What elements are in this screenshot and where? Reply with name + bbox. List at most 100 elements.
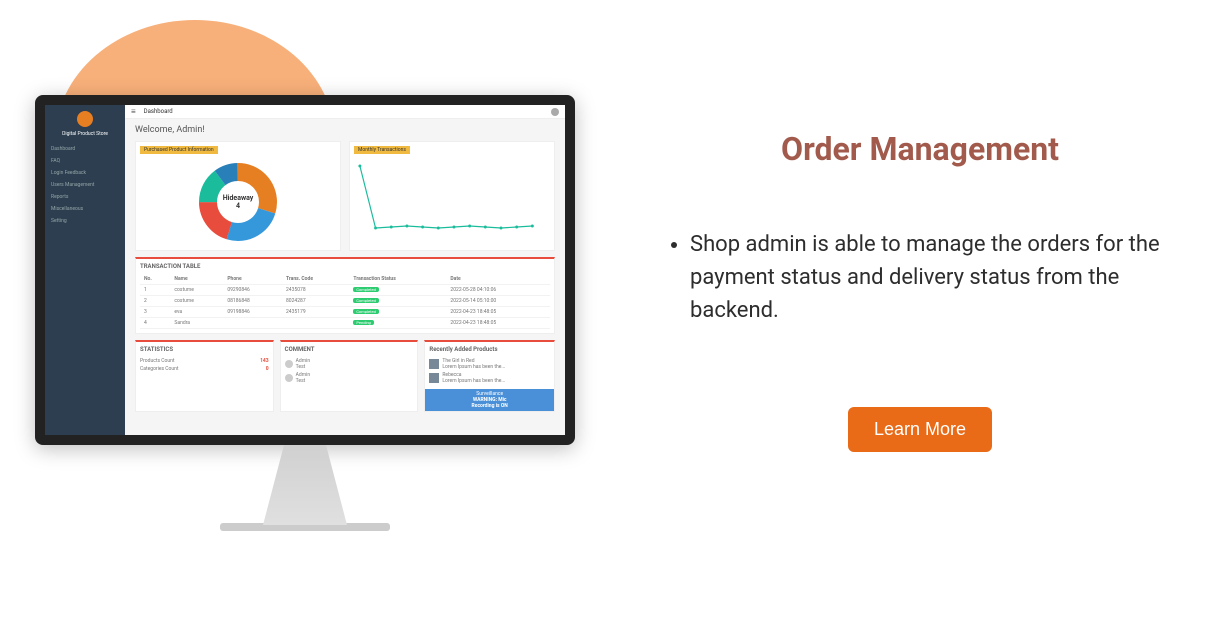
product-row: The Girl in Red Lorem Ipsum has been the… [429, 357, 550, 371]
main-area: ≡ Dashboard Welcome, Admin! Purchased Pr… [125, 105, 565, 435]
section-title: COMMENT [285, 346, 414, 353]
app-title: Digital Product Store [45, 131, 125, 137]
cell-phone [223, 318, 282, 329]
warning-line2: Recording is ON [427, 403, 552, 409]
section-title: STATISTICS [140, 346, 269, 353]
panel-purchased-products: Purchased Product Information [135, 141, 341, 251]
product-row: Rebecca Lorem Ipsum has been the... [429, 371, 550, 385]
sidebar-item-reports[interactable]: Reports [45, 191, 125, 203]
avatar-icon [285, 360, 293, 368]
dashboard-screenshot: Digital Product Store Dashboard FAQ Logi… [45, 105, 565, 435]
product-thumb-icon [429, 373, 439, 383]
sidebar-item-setting[interactable]: Setting [45, 215, 125, 227]
comments-section: COMMENT Admin Test [280, 340, 419, 412]
cell-date: 2022-05-28 04:10:06 [446, 285, 550, 296]
th-name: Name [170, 274, 223, 285]
th-code: Trans. Code [282, 274, 349, 285]
sidebar-item-misc[interactable]: Miscellaneous [45, 203, 125, 215]
stat-label: Products Count [140, 358, 175, 364]
cell-no: 2 [140, 296, 170, 307]
panel-header-label: Monthly Transactions [354, 146, 410, 154]
avatar-icon [285, 374, 293, 382]
statistics-section: STATISTICS Products Count 143 Categories… [135, 340, 274, 412]
cell-code: 2435078 [282, 285, 349, 296]
panel-header-label: Purchased Product Information [140, 146, 218, 154]
cell-no: 3 [140, 307, 170, 318]
monitor-stand [235, 445, 375, 525]
cell-date: 2022-05-14 05:10:00 [446, 296, 550, 307]
stat-row: Products Count 143 [140, 357, 269, 365]
transaction-table: No. Name Phone Trans. Code Transaction S… [140, 274, 550, 329]
dashboard-content: Welcome, Admin! Purchased Product Inform… [125, 119, 565, 435]
th-no: No. [140, 274, 170, 285]
stat-value: 0 [266, 366, 269, 372]
cell-name: costume [170, 296, 223, 307]
menu-icon[interactable]: ≡ [131, 107, 136, 116]
learn-more-button[interactable]: Learn More [848, 407, 992, 452]
cell-code: 8024287 [282, 296, 349, 307]
donut-center-label: Hideaway [223, 194, 254, 202]
product-thumb-icon [429, 359, 439, 369]
table-row: 2costume081868488024287Completed2022-05-… [140, 296, 550, 307]
feature-copy: Order Management Shop admin is able to m… [660, 130, 1180, 452]
welcome-text: Welcome, Admin! [135, 125, 555, 135]
cell-name: costume [170, 285, 223, 296]
cell-code [282, 318, 349, 329]
th-status: Transaction Status [349, 274, 446, 285]
user-avatar-icon[interactable] [551, 108, 559, 116]
donut-center-value: 4 [236, 202, 240, 210]
status-badge: Completed [353, 309, 378, 314]
cell-date: 2022-04-23 18:48:05 [446, 307, 550, 318]
line-chart [354, 158, 550, 238]
cell-phone: 09198846 [223, 307, 282, 318]
recent-products-section: Recently Added Products The Girl in Red … [424, 340, 555, 412]
sidebar-item-dashboard[interactable]: Dashboard [45, 143, 125, 155]
sidebar-item-login-feedback[interactable]: Login Feedback [45, 167, 125, 179]
cell-status: Pending [349, 318, 446, 329]
table-row: 1costume092908462435078 Completed 2022-05-… [140, 285, 550, 296]
comment-text: Test [296, 378, 310, 384]
section-title: TRANSACTION TABLE [140, 263, 550, 270]
stat-row: Categories Count 0 [140, 365, 269, 373]
monitor-mockup: Digital Product Store Dashboard FAQ Logi… [35, 95, 575, 531]
monitor-bezel: Digital Product Store Dashboard FAQ Logi… [35, 95, 575, 445]
cell-code: 2435179 [282, 307, 349, 318]
status-badge: Completed [353, 287, 378, 292]
app-logo-icon [77, 111, 93, 127]
panel-monthly-transactions: Monthly Transactions [349, 141, 555, 251]
sidebar-item-users[interactable]: Users Management [45, 179, 125, 191]
donut-chart: Hideaway 4 [198, 162, 278, 242]
stat-value: 143 [260, 358, 269, 364]
th-phone: Phone [223, 274, 282, 285]
section-title: Recently Added Products [429, 346, 550, 353]
sidebar-item-faq[interactable]: FAQ [45, 155, 125, 167]
cell-status: Completed [349, 296, 446, 307]
table-row: 4Sandra Pending 2022-04-23 18:48:05 [140, 318, 550, 329]
breadcrumb: Dashboard [144, 108, 173, 115]
stat-label: Categories Count [140, 366, 179, 372]
sidebar: Digital Product Store Dashboard FAQ Logi… [45, 105, 125, 435]
topbar: ≡ Dashboard [125, 105, 565, 119]
cell-status: Completed [349, 285, 446, 296]
cell-date: 2022-04-23 18:48:05 [446, 318, 550, 329]
warning-banner: Surveillance WARNING: Mic Recording is O… [425, 389, 554, 411]
cell-no: 4 [140, 318, 170, 329]
table-row: 3eva091988462435179 Completed 2022-04-23 1… [140, 307, 550, 318]
comment-text: Test [296, 364, 310, 370]
th-date: Date [446, 274, 550, 285]
donut-center: Hideaway 4 [218, 182, 258, 222]
product-desc: Lorem Ipsum has been the... [442, 378, 505, 384]
transaction-section: TRANSACTION TABLE No. Name Phone Trans. … [135, 257, 555, 334]
status-badge: Pending [353, 320, 374, 325]
cell-name: Sandra [170, 318, 223, 329]
cell-phone: 08186848 [223, 296, 282, 307]
product-desc: Lorem Ipsum has been the... [442, 364, 505, 370]
cell-phone: 09290846 [223, 285, 282, 296]
cell-status: Completed [349, 307, 446, 318]
comment-row: Admin Test [285, 371, 414, 385]
feature-heading: Order Management [660, 130, 1180, 168]
comment-row: Admin Test [285, 357, 414, 371]
feature-bullets: Shop admin is able to manage the orders … [660, 228, 1180, 327]
cell-name: eva [170, 307, 223, 318]
cell-no: 1 [140, 285, 170, 296]
